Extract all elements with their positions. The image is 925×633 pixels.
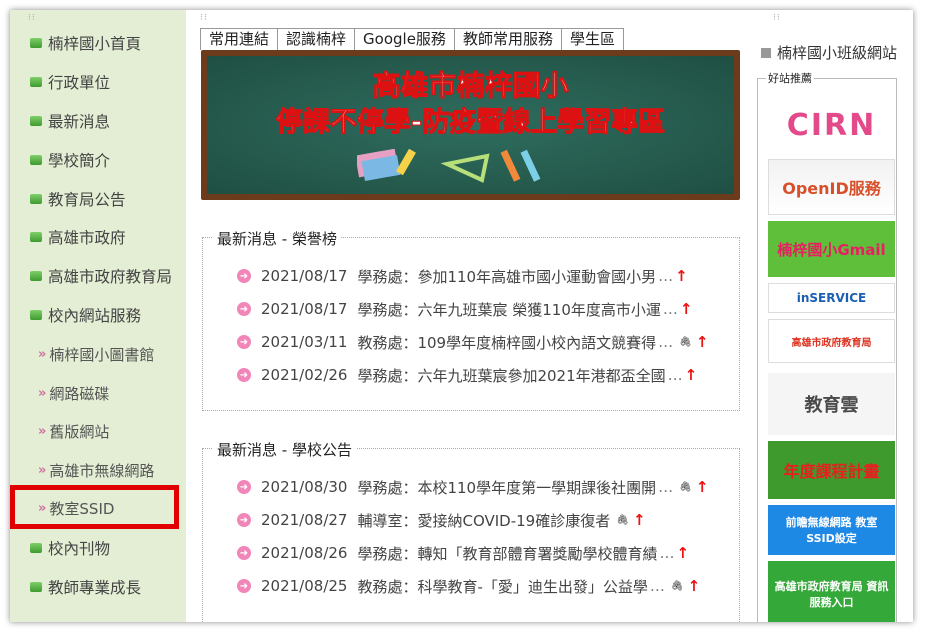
up-arrow-icon: ↑ [695,478,709,496]
nav-sub-old-site[interactable]: » 舊版網站 [38,419,109,443]
banner[interactable]: 高雄市楠梓國小 停課不停學-防疫暨線上學習專區 [201,50,740,200]
news-row[interactable]: ➜ 2021/08/25 教務處：科學教育-「愛」迪生出發」公益學… 🖇 ↑ [237,575,700,597]
arrow-circle-icon: ➜ [237,513,251,527]
announce-panel: 最新消息 - 學校公告 ➜ 2021/08/30 學務處：本校110學年度第一學期課… [202,439,740,622]
double-chevron-icon: » [38,423,47,439]
news-row[interactable]: ➜ 2021/08/26 學務處：轉知「教育部體育署獎勵學校體育績… ↑ [237,542,689,564]
tab-student[interactable]: 學生區 [562,29,623,50]
drag-handle-icon: ⁝⁝ [28,13,36,23]
double-chevron-icon: » [38,462,47,478]
drag-handle-icon: ⁝⁝ [773,13,781,23]
openid-logo[interactable]: OpenID服務 [768,159,895,215]
honor-title: 最新消息 - 榮譽榜 [213,228,341,249]
nav-item-intro[interactable]: 學校簡介 [30,148,110,172]
double-chevron-icon: » [38,346,47,362]
paperclip-icon: 🖇 [616,514,629,526]
banner-line2: 停課不停學-防疫暨線上學習專區 [275,107,666,139]
news-row[interactable]: ➜ 2021/08/17 學務處：參加110年高雄市國小運動會國小男… ↑ [237,265,688,287]
green-bullet-icon [30,232,42,242]
green-bullet-icon [30,310,42,320]
honor-panel: 最新消息 - 榮譽榜 ➜ 2021/08/17 學務處：參加110年高雄市國小運動會… [202,228,740,411]
nav-item-news[interactable]: 最新消息 [30,109,110,133]
arrow-circle-icon: ➜ [237,579,251,593]
browser-frame: ⁝⁝ 楠梓國小首頁 行政單位 最新消息 學校簡介 教育局公告 高雄市政府 高雄市… [10,10,913,622]
nav-sub-wifi[interactable]: » 高雄市無線網路 [38,458,154,482]
arrow-circle-icon: ➜ [237,546,251,560]
info-portal-logo[interactable]: 高雄市政府教育局 資訊服務入口 [768,561,895,622]
up-arrow-icon: ↑ [676,544,690,562]
good-sites-title: 好站推薦 [766,70,814,86]
green-bullet-icon [30,38,42,48]
arrow-circle-icon: ➜ [237,480,251,494]
up-arrow-icon: ↑ [695,333,709,351]
tab-about[interactable]: 認識楠梓 [278,29,356,50]
green-bullet-icon [30,77,42,87]
banner-line1: 高雄市楠梓國小 [372,69,569,103]
up-arrow-icon: ↑ [675,267,688,285]
class-sites-link[interactable]: 楠梓國小班級網站 [761,42,897,63]
tab-links[interactable]: 常用連結 [201,29,279,50]
up-arrow-icon: ↑ [632,511,646,529]
arrow-circle-icon: ➜ [237,368,251,382]
green-bullet-icon [30,271,42,281]
arrow-circle-icon: ➜ [237,269,251,283]
stationery-icon [357,148,541,183]
up-arrow-icon: ↑ [687,577,701,595]
tab-google[interactable]: Google服務 [355,29,455,50]
green-bullet-icon [30,116,42,126]
green-bullet-icon [30,582,42,592]
nav-item-publications[interactable]: 校內刊物 [30,536,110,560]
nav-item-kh-gov[interactable]: 高雄市政府 [30,225,126,249]
kh-edu-logo[interactable]: 高雄市政府教育局 [768,319,895,363]
left-nav: ⁝⁝ 楠梓國小首頁 行政單位 最新消息 學校簡介 教育局公告 高雄市政府 高雄市… [10,10,186,622]
highlight-box [10,485,179,529]
announce-title: 最新消息 - 學校公告 [213,439,356,460]
tab-teacher[interactable]: 教師常用服務 [455,29,562,50]
right-column: ⁝⁝ 楠梓國小班級網站 好站推薦 CIRN OpenID服務 楠梓國小Gmail… [755,10,913,622]
nav-sub-library[interactable]: » 楠梓國小圖書館 [38,342,154,366]
arrow-circle-icon: ➜ [237,302,251,316]
chalkboard: 高雄市楠梓國小 停課不停學-防疫暨線上學習專區 [207,56,734,194]
classroom-ssid-logo[interactable]: 前瞻無線網路 教室SSID設定 [768,505,895,555]
nav-item-home[interactable]: 楠梓國小首頁 [30,31,141,55]
top-tabs: 常用連結 認識楠梓 Google服務 教師常用服務 學生區 [200,28,624,50]
paperclip-icon: 🖇 [679,481,692,493]
square-bullet-icon [761,47,771,58]
nav-item-edu-bureau[interactable]: 教育局公告 [30,187,126,211]
green-bullet-icon [30,194,42,204]
green-bullet-icon [30,155,42,165]
news-row[interactable]: ➜ 2021/08/17 學務處：六年九班葉宸 榮獲110年度高市小運… ↑ [237,298,692,320]
nav-item-admin[interactable]: 行政單位 [30,70,110,94]
nav-item-kh-edu[interactable]: 高雄市政府教育局 [30,264,172,288]
gmail-logo[interactable]: 楠梓國小Gmail [768,221,895,277]
news-row[interactable]: ➜ 2021/08/30 學務處：本校110學年度第一學期課後社團開… 🖇 ↑ [237,476,708,498]
nav-item-teacher-dev[interactable]: 教師專業成長 [30,575,141,599]
news-row[interactable]: ➜ 2021/03/11 教務處：109學年度楠梓國小校內語文競賽得… 🖇 ↑ [237,331,708,353]
good-sites-box: 好站推薦 CIRN OpenID服務 楠梓國小Gmail inSERVICE 高… [757,70,897,622]
cirn-logo[interactable]: CIRN [768,97,895,153]
drag-handle-icon: ⁝⁝ [200,13,208,23]
arrow-circle-icon: ➜ [237,335,251,349]
up-arrow-icon: ↑ [684,366,698,384]
paperclip-icon: 🖇 [679,336,692,348]
paperclip-icon: 🖇 [670,580,684,592]
green-bullet-icon [30,543,42,553]
curriculum-plan-logo[interactable]: 年度課程計畫 [768,441,895,499]
nav-sub-disk[interactable]: » 網路磁碟 [38,381,109,405]
news-row[interactable]: ➜ 2021/02/26 學務處：六年九班葉宸參加2021年港都盃全國… ↑ [237,364,697,386]
inservice-logo[interactable]: inSERVICE [768,283,895,313]
nav-item-services[interactable]: 校內網站服務 [30,303,141,327]
edu-cloud-logo[interactable]: 教育雲 [768,373,895,435]
up-arrow-icon: ↑ [679,300,693,318]
double-chevron-icon: » [38,385,47,401]
news-row[interactable]: ➜ 2021/08/27 輔導室：愛接納COVID-19確診康復者 🖇 ↑ [237,509,646,531]
